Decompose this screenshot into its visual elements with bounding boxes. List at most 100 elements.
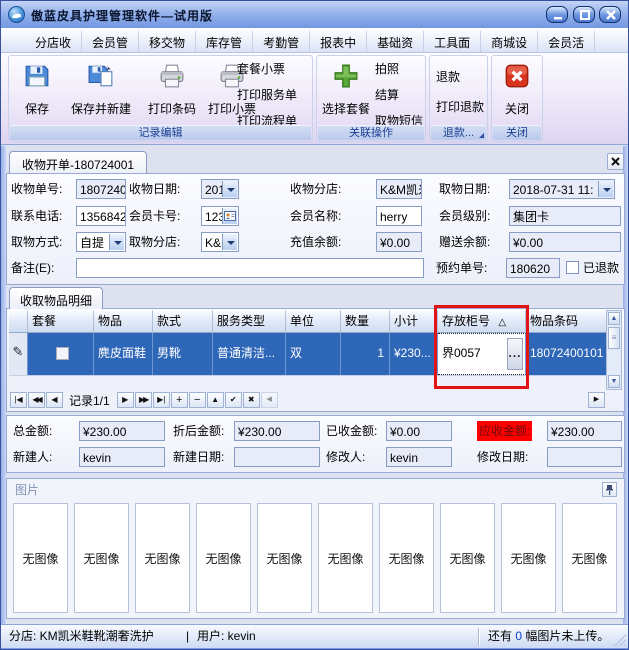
detail-group-tab[interactable]: 收取物品明细: [9, 287, 103, 309]
nav-append-button[interactable]: [171, 392, 188, 408]
grid-header-item[interactable]: 物品: [94, 310, 153, 333]
recharge-balance-field[interactable]: ¥0.00: [376, 232, 422, 252]
grid-header-subtotal[interactable]: 小计: [390, 310, 438, 333]
grid-data-row[interactable]: 麂皮面鞋 男靴 普通清洁... 双 1 ¥230... 界0057 180724…: [9, 333, 606, 375]
print-barcode-button[interactable]: 打印条码: [143, 59, 201, 127]
tab-tools[interactable]: 工具面: [424, 31, 481, 52]
package-receipt-link[interactable]: 套餐小票: [237, 61, 285, 77]
close-form-button[interactable]: 关闭: [495, 59, 539, 127]
document-tab[interactable]: 收物开单-180724001: [9, 151, 147, 174]
tab-branch-receive[interactable]: 分店收: [25, 31, 82, 52]
settle-link[interactable]: 结算: [375, 87, 399, 103]
tab-basic-data[interactable]: 基础资: [367, 31, 424, 52]
maximize-button[interactable]: [573, 6, 595, 23]
select-package-button[interactable]: 选择套餐: [319, 59, 373, 127]
modifier-field[interactable]: kevin: [386, 447, 452, 467]
cell-barcode[interactable]: 18072400101: [526, 333, 606, 375]
grid-header-qty[interactable]: 数量: [341, 310, 390, 333]
member-card-field[interactable]: 123: [201, 206, 239, 226]
remark-field[interactable]: [76, 258, 424, 278]
receive-branch-field[interactable]: K&M凯米鞋: [376, 179, 422, 199]
close-button[interactable]: [599, 6, 621, 23]
cell-item[interactable]: 麂皮面鞋: [94, 333, 153, 375]
save-and-new-button[interactable]: 保存并新建: [61, 59, 141, 127]
receive-no-field[interactable]: 180724001: [76, 179, 126, 199]
receivable-amount-field[interactable]: ¥230.00: [547, 421, 622, 441]
create-date-field[interactable]: [234, 447, 320, 467]
scroll-up-icon[interactable]: [608, 312, 620, 325]
nav-delete-button[interactable]: [189, 392, 206, 408]
picture-slot-5[interactable]: 无图像: [257, 503, 312, 613]
tab-inventory[interactable]: 库存管: [196, 31, 253, 52]
chevron-down-icon[interactable]: [222, 234, 237, 250]
print-refund-link[interactable]: 打印退款: [436, 99, 484, 115]
chevron-down-icon[interactable]: [222, 181, 237, 197]
grid-header-locker[interactable]: 存放柜号 △: [438, 310, 526, 333]
nav-prior-page-button[interactable]: [28, 392, 45, 408]
receive-date-combo[interactable]: 2018: [201, 179, 239, 199]
picture-slot-7[interactable]: 无图像: [379, 503, 434, 613]
member-level-field[interactable]: 集团卡: [509, 206, 621, 226]
refunded-checkbox[interactable]: [566, 261, 579, 274]
grid-header-package[interactable]: 套餐: [28, 310, 94, 333]
refund-link[interactable]: 退款: [436, 69, 460, 85]
cell-unit[interactable]: 双: [286, 333, 341, 375]
total-amount-field[interactable]: ¥230.00: [79, 421, 165, 441]
pickup-method-combo[interactable]: 自提: [76, 232, 126, 252]
resize-grip[interactable]: [614, 634, 626, 646]
package-checkbox[interactable]: [56, 347, 69, 360]
member-name-field[interactable]: herry: [376, 206, 422, 226]
picture-slot-10[interactable]: 无图像: [562, 503, 617, 613]
gift-balance-field[interactable]: ¥0.00: [509, 232, 621, 252]
tab-member-activity[interactable]: 会员活: [538, 31, 595, 52]
picture-slot-3[interactable]: 无图像: [135, 503, 190, 613]
locker-ellipsis-button[interactable]: [507, 338, 523, 370]
hscroll-right-icon[interactable]: [588, 392, 605, 408]
grid-header-barcode[interactable]: 物品条码: [526, 310, 606, 333]
picture-slot-2[interactable]: 无图像: [74, 503, 129, 613]
tab-transfer[interactable]: 移交物: [139, 31, 196, 52]
nav-next-page-button[interactable]: [135, 392, 152, 408]
chevron-down-icon[interactable]: [109, 234, 124, 250]
modify-date-field[interactable]: [547, 447, 622, 467]
tab-mall[interactable]: 商城设: [481, 31, 538, 52]
nav-prior-button[interactable]: [46, 392, 63, 408]
nav-last-button[interactable]: [153, 392, 170, 408]
pickup-date-combo[interactable]: 2018-07-31 11:: [509, 179, 615, 199]
pickup-branch-combo[interactable]: K&M: [201, 232, 239, 252]
member-card-lookup-button[interactable]: [222, 208, 237, 224]
scroll-down-icon[interactable]: [608, 375, 620, 388]
phone-field[interactable]: 13568424: [76, 206, 126, 226]
cell-service[interactable]: 普通清洁...: [213, 333, 286, 375]
take-photo-link[interactable]: 拍照: [375, 61, 399, 77]
creator-field[interactable]: kevin: [79, 447, 165, 467]
nav-cancel-button[interactable]: [243, 392, 260, 408]
nav-next-button[interactable]: [117, 392, 134, 408]
grid-header-unit[interactable]: 单位: [286, 310, 341, 333]
tab-attendance[interactable]: 考勤管: [253, 31, 310, 52]
tab-member-mgmt[interactable]: 会员管: [82, 31, 139, 52]
grid-vertical-scrollbar[interactable]: [606, 310, 622, 390]
cell-package[interactable]: [28, 333, 94, 375]
print-service-sheet-link[interactable]: 打印服务单: [237, 87, 297, 103]
minimize-button[interactable]: [546, 6, 568, 23]
cell-subtotal[interactable]: ¥230...: [390, 333, 438, 375]
scrollbar-thumb[interactable]: [608, 327, 620, 349]
save-button[interactable]: 保存: [15, 59, 59, 127]
nav-edit-button[interactable]: [207, 392, 224, 408]
cell-qty[interactable]: 1: [341, 333, 390, 375]
document-close-button[interactable]: [607, 153, 624, 170]
cell-locker-editor[interactable]: 界0057: [438, 333, 526, 375]
hscroll-left-icon[interactable]: [261, 392, 278, 408]
picture-slot-1[interactable]: 无图像: [13, 503, 68, 613]
cell-style[interactable]: 男靴: [153, 333, 213, 375]
picture-slot-8[interactable]: 无图像: [440, 503, 495, 613]
discounted-amount-field[interactable]: ¥230.00: [234, 421, 320, 441]
received-amount-field[interactable]: ¥0.00: [386, 421, 452, 441]
nav-post-button[interactable]: [225, 392, 242, 408]
picture-slot-9[interactable]: 无图像: [501, 503, 556, 613]
grid-header-service[interactable]: 服务类型: [213, 310, 286, 333]
chevron-down-icon[interactable]: [598, 181, 613, 197]
nav-first-button[interactable]: [10, 392, 27, 408]
pin-button[interactable]: [602, 482, 617, 497]
